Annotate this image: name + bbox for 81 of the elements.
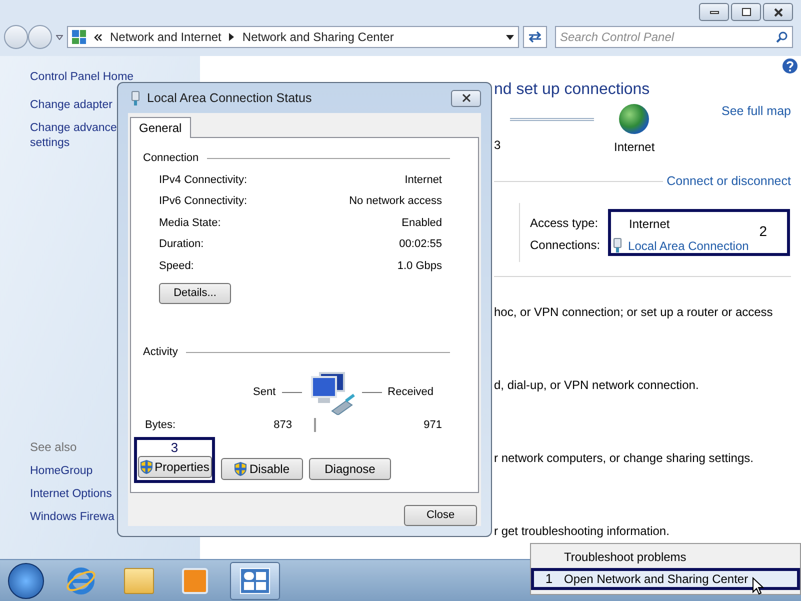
connect-or-disconnect-link[interactable]: Connect or disconnect <box>662 172 791 191</box>
page-heading: nd set up connections <box>494 80 651 100</box>
field-value: No network access <box>349 194 442 209</box>
restore-button[interactable] <box>731 3 761 21</box>
control-panel-taskbar-button[interactable] <box>230 562 280 600</box>
restore-icon <box>742 8 750 16</box>
section-heading: Activity <box>143 345 178 360</box>
received-label: Received <box>388 385 434 400</box>
bytes-received: 971 <box>424 418 442 432</box>
field-label: Duration: <box>159 237 204 252</box>
shield-icon <box>234 462 248 476</box>
close-button[interactable] <box>763 3 793 21</box>
field-value: 1.0 Gbps <box>397 258 442 274</box>
network-plug-icon <box>131 90 140 106</box>
field-label: IPv6 Connectivity: <box>159 194 248 209</box>
close-icon <box>774 8 782 16</box>
field-label: Media State: <box>159 216 221 230</box>
menu-item[interactable]: Troubleshoot problems <box>531 546 800 568</box>
close-icon <box>462 94 470 102</box>
sidebar-link[interactable]: Change advance settings <box>30 121 117 151</box>
task-description: hoc, or VPN connection; or set up a router or access <box>494 304 774 321</box>
dialog-title: Local Area Connection Status <box>147 90 312 107</box>
refresh-arrows-icon <box>528 31 542 43</box>
e-logo-icon <box>66 566 96 596</box>
dialog-close-button[interactable] <box>451 90 481 106</box>
start-button[interactable] <box>8 562 44 598</box>
minimize-button[interactable] <box>699 3 729 21</box>
sidebar-link[interactable]: Internet Options <box>30 487 112 502</box>
see-also-heading: See also <box>30 439 77 456</box>
connections-label: Connections: <box>530 236 600 254</box>
forward-button[interactable] <box>28 25 52 49</box>
dropdown-caret-icon <box>506 34 514 40</box>
network-count: 3 <box>494 137 502 154</box>
globe-icon <box>619 104 650 134</box>
address-bar[interactable]: Network and Internet Network and Sharing Center <box>67 26 519 48</box>
access-type-label: Access type: <box>530 214 600 232</box>
search-field[interactable]: Search Control Panel <box>555 26 793 48</box>
field-label: Speed: <box>159 258 194 274</box>
tab[interactable]: General <box>130 117 191 138</box>
callout-number: 2 <box>759 222 768 241</box>
callout-number: 1 <box>544 570 554 588</box>
breadcrumb-arrow-icon <box>229 33 234 41</box>
internet-label: Internet <box>614 139 655 156</box>
sidebar-link[interactable]: Change adapter <box>30 98 112 113</box>
overflow-chevron-icon <box>94 34 102 40</box>
shield-icon <box>140 460 153 474</box>
see-full-map-link[interactable]: See full map <box>722 102 791 121</box>
sent-label: Sent <box>253 385 276 400</box>
section-heading: Connection <box>143 151 199 166</box>
local-area-connection-link[interactable]: Local Area Connection <box>628 236 749 255</box>
history-caret-icon <box>56 34 63 40</box>
refresh-button[interactable] <box>523 26 547 48</box>
minimize-icon <box>710 10 718 14</box>
dialog-button[interactable]: Properties <box>138 456 212 478</box>
bytes-label: Bytes: <box>145 418 176 432</box>
mouse-cursor-icon <box>752 577 764 595</box>
details-button[interactable]: Details... <box>159 283 231 304</box>
breadcrumb[interactable]: Network and Internet <box>110 28 222 46</box>
dialog-button[interactable]: Disable <box>221 458 303 480</box>
breadcrumb[interactable]: Network and Sharing Center <box>242 28 394 46</box>
task-description: r network computers, or change sharing settings. <box>494 450 754 467</box>
field-value: Internet <box>404 172 442 188</box>
back-button[interactable] <box>4 25 28 49</box>
sidebar-link[interactable]: HomeGroup <box>30 464 93 479</box>
task-description: d, dial-up, or VPN network connection. <box>494 376 700 394</box>
control-panel-icon <box>240 568 270 594</box>
connection-plug-icon <box>613 238 622 254</box>
bytes-sent: 873 <box>274 418 292 432</box>
menu-item[interactable]: 1 Open Network and Sharing Center <box>531 568 800 590</box>
sidebar-link[interactable]: Control Panel Home <box>30 70 134 85</box>
field-value: Enabled <box>402 216 442 230</box>
dialog-close-text-button[interactable]: Close <box>404 505 477 526</box>
dialog-button[interactable]: Diagnose <box>309 458 391 480</box>
control-panel-icon <box>72 30 86 44</box>
task-description: r get troubleshooting information. <box>494 522 670 540</box>
sidebar-link[interactable]: Windows Firewa <box>30 510 114 525</box>
access-type-value: Internet <box>629 216 671 233</box>
callout-number: 3 <box>170 440 178 456</box>
search-icon <box>776 31 788 43</box>
field-label: IPv4 Connectivity: <box>159 172 248 188</box>
field-value: 00:02:55 <box>399 237 442 252</box>
